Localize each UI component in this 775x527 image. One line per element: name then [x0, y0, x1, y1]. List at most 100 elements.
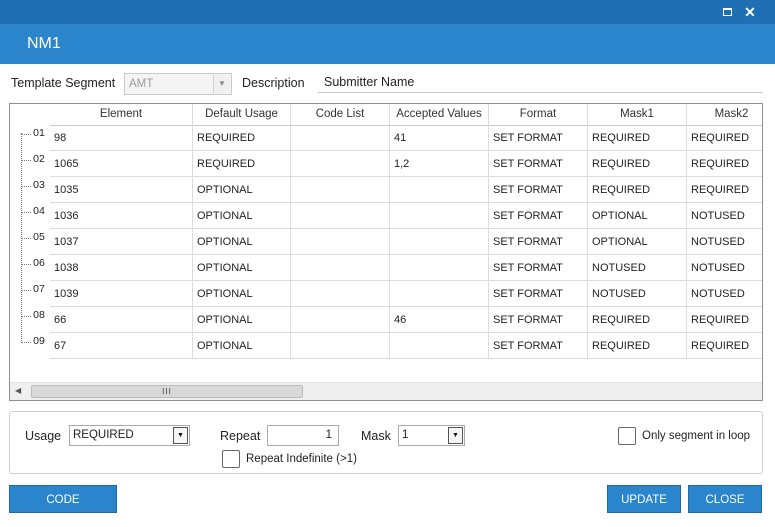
chevron-down-icon[interactable]: ▼	[448, 427, 463, 444]
code-generator-button[interactable]: CODE GENERATOR	[9, 485, 117, 527]
cell-mask2[interactable]: NOTUSED	[687, 281, 762, 307]
mask-select[interactable]: 1 ▼	[398, 425, 465, 446]
cell-mask1[interactable]: REQUIRED	[588, 177, 687, 203]
mask1-header[interactable]: Mask1	[588, 104, 687, 126]
cell-code-list[interactable]	[291, 255, 390, 281]
cell-accepted[interactable]	[390, 333, 489, 359]
cell-mask2[interactable]: REQUIRED	[687, 125, 762, 151]
cell-code-list[interactable]	[291, 177, 390, 203]
cell-mask1[interactable]: OPTIONAL	[588, 229, 687, 255]
cell-mask2[interactable]: NOTUSED	[687, 255, 762, 281]
scroll-left-icon[interactable]: ◀	[15, 386, 21, 395]
close-icon[interactable]: ✕	[741, 3, 759, 21]
row-number: 03	[33, 179, 45, 191]
cell-mask1[interactable]: REQUIRED	[588, 125, 687, 151]
cell-accepted[interactable]	[390, 229, 489, 255]
cell-format[interactable]: SET FORMAT	[489, 229, 588, 255]
cell-format[interactable]: SET FORMAT	[489, 125, 588, 151]
update-button[interactable]: UPDATE	[607, 485, 681, 513]
only-segment-in-loop-checkbox[interactable]	[618, 427, 636, 445]
cell-code-list[interactable]	[291, 125, 390, 151]
row-number: 04	[33, 205, 45, 217]
cell-accepted[interactable]: 46	[390, 307, 489, 333]
cell-code-list[interactable]	[291, 281, 390, 307]
segment-elements-grid: ◀ III Element Default Usage Code List Accep…	[9, 103, 763, 401]
window-titlebar: ✕	[0, 0, 775, 24]
cell-usage[interactable]: REQUIRED	[193, 151, 291, 177]
cell-mask1[interactable]: REQUIRED	[588, 151, 687, 177]
cell-usage[interactable]: OPTIONAL	[193, 177, 291, 203]
usage-select[interactable]: REQUIRED ▼	[69, 425, 190, 446]
description-input[interactable]: Submitter Name	[318, 72, 763, 93]
repeat-indefinite-checkbox[interactable]	[222, 450, 240, 468]
cell-mask2[interactable]: REQUIRED	[687, 307, 762, 333]
cell-usage[interactable]: REQUIRED	[193, 125, 291, 151]
cell-accepted[interactable]	[390, 177, 489, 203]
cell-element[interactable]: 1065	[50, 151, 193, 177]
cell-element[interactable]: 1038	[50, 255, 193, 281]
cell-usage[interactable]: OPTIONAL	[193, 333, 291, 359]
cell-accepted[interactable]	[390, 203, 489, 229]
dialog-title: NM1	[27, 35, 61, 52]
horizontal-scrollbar[interactable]: ◀ III	[10, 382, 762, 400]
cell-element[interactable]: 1035	[50, 177, 193, 203]
cell-format[interactable]: SET FORMAT	[489, 177, 588, 203]
cell-element[interactable]: 66	[50, 307, 193, 333]
cell-code-list[interactable]	[291, 333, 390, 359]
tree-connector-tick	[21, 238, 31, 239]
cell-code-list[interactable]	[291, 203, 390, 229]
cell-usage[interactable]: OPTIONAL	[193, 307, 291, 333]
cell-mask2[interactable]: REQUIRED	[687, 333, 762, 359]
cell-format[interactable]: SET FORMAT	[489, 203, 588, 229]
mask2-header[interactable]: Mask2	[687, 104, 762, 126]
row-number: 09	[33, 335, 45, 347]
cell-mask2[interactable]: NOTUSED	[687, 203, 762, 229]
repeat-indefinite-label: Repeat Indefinite (>1)	[246, 453, 357, 465]
cell-mask1[interactable]: NOTUSED	[588, 255, 687, 281]
cell-usage[interactable]: OPTIONAL	[193, 255, 291, 281]
cell-usage[interactable]: OPTIONAL	[193, 203, 291, 229]
cell-format[interactable]: SET FORMAT	[489, 281, 588, 307]
cell-element[interactable]: 1039	[50, 281, 193, 307]
chevron-down-icon: ▼	[213, 75, 230, 93]
scrollbar-thumb[interactable]: III	[31, 385, 303, 398]
cell-mask2[interactable]: REQUIRED	[687, 151, 762, 177]
element-header[interactable]: Element	[50, 104, 193, 126]
maximize-icon[interactable]	[718, 3, 736, 21]
tree-connector-tick	[21, 186, 31, 187]
default-usage-header[interactable]: Default Usage	[193, 104, 291, 126]
cell-element[interactable]: 1037	[50, 229, 193, 255]
cell-code-list[interactable]	[291, 307, 390, 333]
cell-accepted[interactable]: 41	[390, 125, 489, 151]
row-number: 06	[33, 257, 45, 269]
cell-code-list[interactable]	[291, 229, 390, 255]
cell-mask1[interactable]: OPTIONAL	[588, 203, 687, 229]
cell-element[interactable]: 98	[50, 125, 193, 151]
cell-mask2[interactable]: REQUIRED	[687, 177, 762, 203]
cell-usage[interactable]: OPTIONAL	[193, 281, 291, 307]
dialog-header: NM1	[0, 24, 775, 64]
tree-connector-tick	[21, 160, 31, 161]
cell-element[interactable]: 1036	[50, 203, 193, 229]
repeat-input[interactable]: 1	[267, 425, 339, 446]
cell-usage[interactable]: OPTIONAL	[193, 229, 291, 255]
cell-accepted[interactable]: 1,2	[390, 151, 489, 177]
cell-accepted[interactable]	[390, 281, 489, 307]
chevron-down-icon[interactable]: ▼	[173, 427, 188, 444]
cell-format[interactable]: SET FORMAT	[489, 307, 588, 333]
cell-format[interactable]: SET FORMAT	[489, 333, 588, 359]
cell-element[interactable]: 67	[50, 333, 193, 359]
format-header[interactable]: Format	[489, 104, 588, 126]
cell-accepted[interactable]	[390, 255, 489, 281]
accepted-values-header[interactable]: Accepted Values	[390, 104, 489, 126]
cell-code-list[interactable]	[291, 151, 390, 177]
row-number: 02	[33, 153, 45, 165]
code-list-header[interactable]: Code List	[291, 104, 390, 126]
cell-mask1[interactable]: REQUIRED	[588, 333, 687, 359]
close-button[interactable]: CLOSE	[688, 485, 762, 513]
cell-mask1[interactable]: NOTUSED	[588, 281, 687, 307]
cell-mask2[interactable]: NOTUSED	[687, 229, 762, 255]
cell-mask1[interactable]: REQUIRED	[588, 307, 687, 333]
cell-format[interactable]: SET FORMAT	[489, 151, 588, 177]
cell-format[interactable]: SET FORMAT	[489, 255, 588, 281]
